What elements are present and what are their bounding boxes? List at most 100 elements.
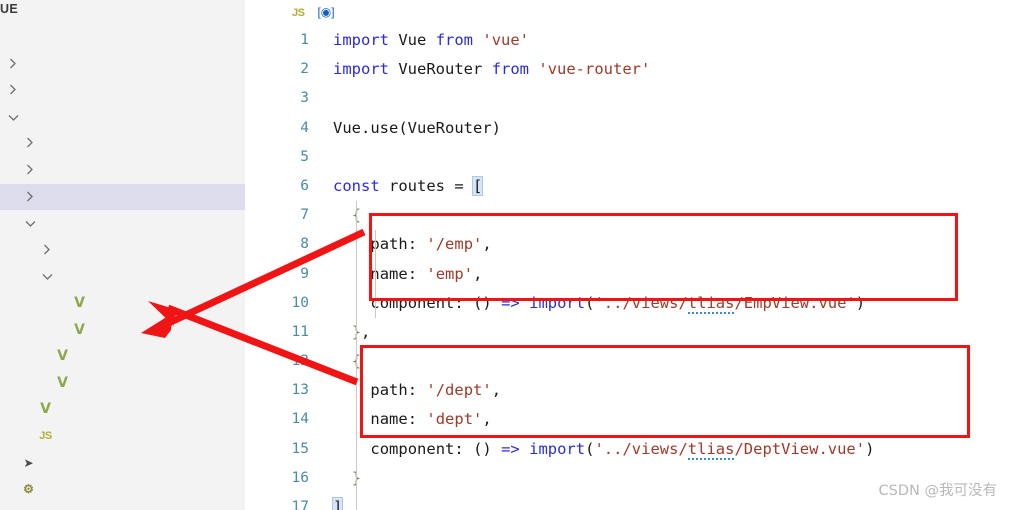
code-identifier: VueRouter [398, 60, 483, 79]
code-punct [361, 410, 370, 428]
sidebar-item-babel-config-js[interactable]: ⚙ [0, 476, 245, 503]
sidebar-item-element[interactable] [0, 237, 245, 264]
code-keyword: import [333, 60, 389, 79]
line-number: 12 [291, 353, 309, 370]
code-identifier: path [370, 381, 408, 400]
code-punct [464, 177, 473, 195]
chevron-down-icon[interactable] [23, 210, 37, 237]
chevron-right-icon[interactable] [23, 157, 37, 184]
chevron-right-icon[interactable] [23, 130, 37, 157]
vue-file-icon: V [74, 294, 85, 311]
sidebar-item-homeview-vue[interactable]: V [0, 370, 245, 397]
sidebar-item-tlias[interactable] [0, 263, 245, 290]
code-punct [417, 265, 426, 283]
line-number: 7 [300, 207, 309, 224]
sidebar-item-deptview-vue[interactable]: V [0, 290, 245, 317]
chevron-right-icon[interactable] [23, 184, 37, 211]
sidebar-item-vue-project[interactable] [0, 24, 245, 51]
code-string: '/dept' [426, 381, 492, 400]
code-keyword: import [529, 293, 586, 312]
code-line-text: component: () => import('../views/tlias/… [333, 289, 865, 318]
code-punct [492, 440, 501, 458]
sidebar-item-src[interactable] [0, 104, 245, 131]
code-punct [445, 177, 454, 195]
sidebar-item-app-vue[interactable]: V [0, 396, 245, 423]
code-line[interactable]: 5 [245, 143, 1009, 172]
line-number: 10 [291, 294, 309, 311]
code-operator: => [501, 439, 520, 458]
code-line[interactable]: 1 import Vue from 'vue' [245, 26, 1009, 55]
js-file-icon: JS [39, 429, 52, 442]
code-punct: ) [482, 293, 492, 312]
chevron-right-icon[interactable] [40, 237, 54, 264]
sidebar-item-router[interactable] [0, 183, 245, 211]
code-identifier: component [370, 439, 455, 458]
code-line[interactable]: 7 { [245, 201, 1009, 230]
code-identifier: name [370, 410, 408, 429]
code-line[interactable]: 13 path: '/dept', [245, 376, 1009, 405]
code-punct [417, 235, 426, 253]
code-punct [333, 440, 342, 458]
code-string: '/emp' [426, 235, 483, 254]
sidebar-item-assets[interactable] [0, 130, 245, 157]
sidebar-item-views[interactable] [0, 210, 245, 237]
sidebar-item-components[interactable] [0, 157, 245, 184]
chevron-down-icon[interactable] [40, 263, 54, 290]
line-number: 9 [300, 265, 309, 282]
code-line[interactable]: 4 Vue.use(VueRouter) [245, 114, 1009, 143]
code-area[interactable]: 1 import Vue from 'vue' 2 import VueRouter … [245, 26, 1009, 510]
code-line-text: import VueRouter from 'vue-router' [333, 55, 650, 84]
sidebar-item-public[interactable] [0, 77, 245, 104]
sidebar-item-node-modules[interactable] [0, 51, 245, 78]
code-punct [342, 235, 351, 253]
chevron-right-icon[interactable] [6, 51, 20, 78]
code-keyword: const [333, 176, 380, 195]
indent-guide [375, 230, 376, 318]
code-line[interactable]: 9 name: 'emp', [245, 260, 1009, 289]
code-punct [473, 31, 482, 49]
code-line-text: }, [333, 318, 371, 347]
code-punct: , [491, 381, 502, 400]
code-line[interactable]: 12 { [245, 347, 1009, 376]
sidebar-item-aboutview-vue[interactable]: V [0, 343, 245, 370]
code-operator: => [501, 293, 520, 312]
code-line[interactable]: 2 import VueRouter from 'vue-router' [245, 55, 1009, 84]
code-keyword: from [435, 31, 474, 49]
code-punct [417, 410, 426, 428]
chevron-down-icon[interactable] [6, 104, 20, 131]
code-string: '../views/tlias/EmpView.vue' [594, 293, 856, 314]
line-number: 3 [300, 90, 309, 107]
code-punct [389, 31, 398, 49]
code-keyword: import [333, 31, 389, 49]
spellcheck-squiggle: tlias [687, 293, 735, 314]
line-number: 16 [291, 469, 309, 486]
sidebar-item-gitignore[interactable]: ➤ [0, 450, 245, 477]
code-line[interactable]: 15 component: () => import('../views/tli… [245, 435, 1009, 464]
sidebar-item-empview-vue[interactable]: V [0, 317, 245, 344]
code-line[interactable]: 8 path: '/emp', [245, 230, 1009, 259]
code-punct [333, 469, 342, 487]
js-file-icon: JS [292, 7, 305, 19]
code-punct [333, 410, 342, 428]
code-line-text: path: '/dept', [333, 376, 501, 405]
sidebar-item-main-js[interactable]: JS [0, 423, 245, 450]
code-line[interactable]: 14 name: 'dept', [245, 405, 1009, 434]
bracket-match-highlight: ] [331, 497, 344, 510]
breadcrumb[interactable]: JS [◉] [245, 0, 338, 24]
indent-guide [356, 201, 357, 510]
code-line-text: ] [331, 493, 344, 510]
code-editor: JS [◉] 1 import Vue from 'vue' 2 import VueR… [245, 0, 1009, 510]
chevron-right-icon[interactable] [6, 77, 20, 104]
line-number: 14 [291, 411, 309, 428]
code-punct [333, 323, 342, 341]
code-line[interactable]: 10 component: () => import('../views/tli… [245, 289, 1009, 318]
code-punct [333, 235, 342, 253]
code-line[interactable]: 11 }, [245, 318, 1009, 347]
symbol-icon: [◉] [317, 5, 335, 19]
code-punct [492, 294, 501, 312]
file-tree: V V V V V JS ➤ ⚙ [0, 24, 245, 503]
code-line[interactable]: 3 [245, 84, 1009, 113]
code-line[interactable]: 6 const routes = [ [245, 172, 1009, 201]
code-punct [342, 206, 351, 224]
config-file-icon: ⚙ [23, 482, 34, 497]
